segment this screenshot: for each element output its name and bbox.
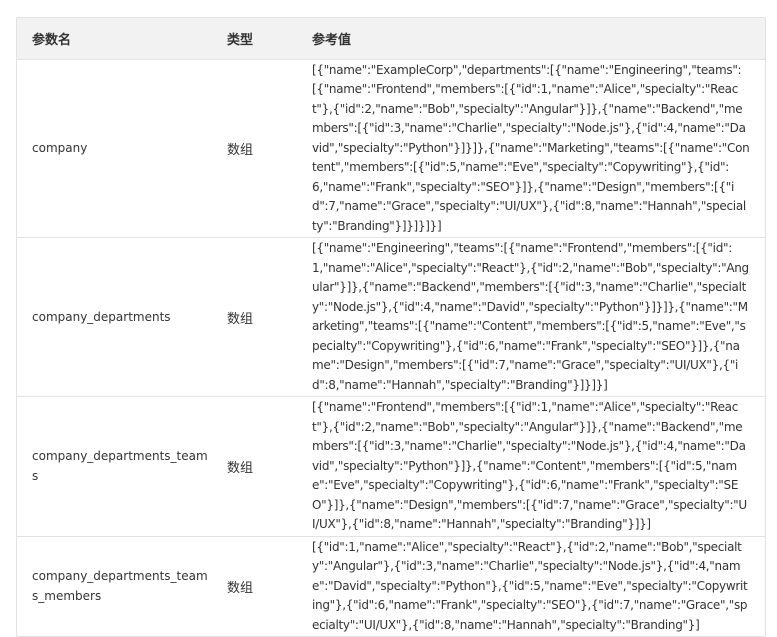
param-name-cell: company_departments_teams: [17, 396, 212, 537]
params-table-container: 参数名 类型 参考值 company 数组 [{"name":"ExampleC…: [16, 17, 766, 637]
column-header-value: 参考值: [297, 18, 765, 60]
param-type-cell: 数组: [227, 580, 254, 596]
param-value-cell: [{"name":"Frontend","members":[{"id":1,"…: [297, 396, 765, 537]
column-header-name: 参数名: [17, 18, 212, 60]
table-row: company_departments_teams 数组 [{"name":"F…: [17, 396, 765, 537]
param-value-cell: [{"id":1,"name":"Alice","specialty":"Rea…: [312, 539, 748, 632]
param-name-cell: company_departments_teams_members: [32, 569, 208, 604]
column-header-type: 类型: [212, 18, 297, 60]
table-header: 参数名 类型 参考值: [17, 18, 765, 60]
table-row: company 数组 [{"name":"ExampleCorp","depar…: [17, 59, 765, 238]
param-name-cell: company_departments: [17, 237, 212, 397]
param-type-cell: 数组: [212, 237, 297, 397]
param-name-cell: company: [17, 59, 212, 238]
table-row: company_departments_teams_members 数组 [{"…: [17, 536, 765, 636]
param-type-cell: 数组: [212, 59, 297, 238]
param-type-cell: 数组: [212, 396, 297, 537]
header-row: 参数名 类型 参考值: [17, 18, 765, 60]
table-body: company 数组 [{"name":"ExampleCorp","depar…: [17, 59, 765, 636]
table-row: company_departments 数组 [{"name":"Enginee…: [17, 237, 765, 397]
param-value-cell: [{"name":"ExampleCorp","departments":[{"…: [297, 59, 765, 238]
params-table: 参数名 类型 参考值 company 数组 [{"name":"ExampleC…: [17, 18, 765, 636]
param-value-cell: [{"name":"Engineering","teams":[{"name":…: [297, 237, 765, 397]
